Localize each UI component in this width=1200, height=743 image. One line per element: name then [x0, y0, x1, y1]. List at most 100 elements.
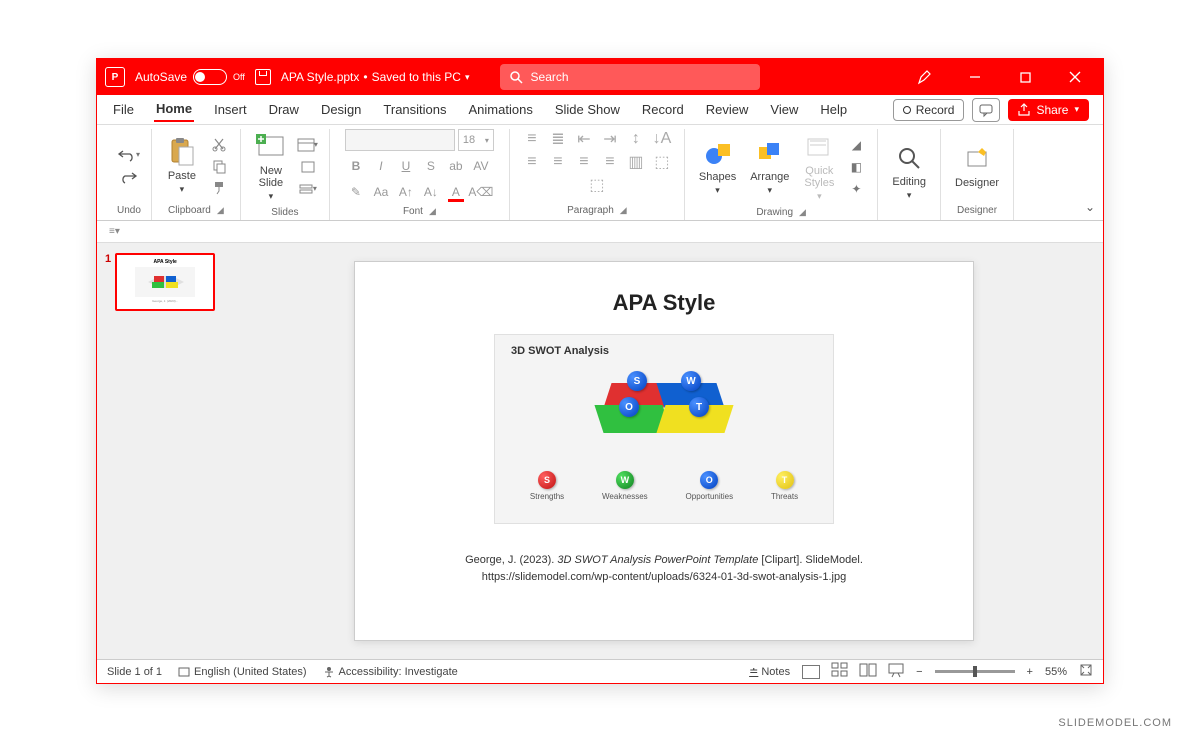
tab-slideshow[interactable]: Slide Show [553, 98, 622, 121]
record-button[interactable]: Record [893, 99, 965, 121]
shape-effects-button[interactable]: ✦ [845, 179, 867, 199]
cut-button[interactable] [208, 134, 230, 154]
italic-button[interactable]: I [370, 155, 392, 177]
tab-review[interactable]: Review [704, 98, 751, 121]
save-icon[interactable] [255, 69, 271, 85]
maximize-button[interactable] [1005, 59, 1045, 95]
new-slide-button[interactable]: New Slide▾ [251, 129, 291, 204]
slide-canvas[interactable]: APA Style 3D SWOT Analysis S W O T [225, 243, 1103, 659]
zoom-level[interactable]: 55% [1045, 666, 1067, 678]
qat-customize-icon[interactable]: ≡▾ [109, 226, 120, 237]
reading-view-button[interactable] [860, 663, 876, 680]
char-spacing-button[interactable]: AV [470, 155, 492, 177]
copy-button[interactable] [208, 156, 230, 176]
tab-transitions[interactable]: Transitions [381, 98, 448, 121]
group-designer: Designer Designer [941, 129, 1014, 220]
close-button[interactable] [1055, 59, 1095, 95]
grow-font-button[interactable]: A↑ [395, 181, 417, 203]
dialog-launcher-icon[interactable]: ◢ [799, 207, 806, 218]
app-icon: P [105, 67, 125, 87]
reset-button[interactable] [297, 157, 319, 177]
underline-button[interactable]: U [395, 155, 417, 177]
bold-button[interactable]: B [345, 155, 367, 177]
convert-smartart-button[interactable]: ⬚ [585, 175, 609, 195]
document-title[interactable]: APA Style.pptx • Saved to this PC ▾ [281, 70, 470, 84]
titlebar: P AutoSave Off APA Style.pptx • Saved to… [97, 59, 1103, 95]
accessibility-status[interactable]: Accessibility: Investigate [323, 666, 458, 678]
collapse-ribbon-button[interactable]: ⌄ [1085, 200, 1095, 214]
case-button[interactable]: Aa [370, 181, 392, 203]
statusbar: Slide 1 of 1 English (United States) Acc… [97, 659, 1103, 683]
slide-thumbnail-1[interactable]: APA Style George, J. (2023)... [115, 253, 215, 311]
normal-view-button[interactable] [802, 665, 820, 679]
format-painter-button[interactable] [208, 178, 230, 198]
search-input[interactable]: Search [500, 64, 760, 90]
shape-fill-button[interactable]: ◢ [845, 135, 867, 155]
section-button[interactable]: ▾ [297, 179, 319, 199]
slide-1[interactable]: APA Style 3D SWOT Analysis S W O T [354, 261, 974, 641]
paste-button[interactable]: Paste▾ [162, 134, 202, 197]
redo-button[interactable] [118, 167, 140, 187]
tab-animations[interactable]: Animations [467, 98, 535, 121]
pen-icon[interactable] [905, 59, 945, 95]
line-spacing-button[interactable]: ↕ [624, 129, 648, 149]
toggle-track [193, 69, 227, 85]
align-right-button[interactable]: ≡ [572, 152, 596, 172]
sorter-view-button[interactable] [832, 663, 848, 680]
dialog-launcher-icon[interactable]: ◢ [429, 206, 436, 217]
notes-button[interactable]: ≐Notes [749, 665, 790, 678]
thumbnail-pane[interactable]: 1 APA Style George, J. (2023)... [97, 243, 225, 659]
ribbon: ▾ Undo Paste▾ Clipboard◢ [97, 125, 1103, 221]
quick-styles-button[interactable]: Quick Styles▾ [799, 129, 839, 204]
tab-file[interactable]: File [111, 98, 136, 121]
minimize-button[interactable] [955, 59, 995, 95]
font-name-select[interactable] [345, 129, 455, 151]
highlight-button[interactable]: ✎ [345, 181, 367, 203]
thumb-preview [135, 267, 195, 297]
undo-button[interactable]: ▾ [118, 145, 140, 165]
tab-record[interactable]: Record [640, 98, 686, 121]
tab-draw[interactable]: Draw [267, 98, 301, 121]
indent-out-button[interactable]: ⇤ [572, 129, 596, 149]
arrange-button[interactable]: Arrange▾ [746, 135, 793, 198]
indent-in-button[interactable]: ⇥ [598, 129, 622, 149]
numbering-button[interactable]: ≣ [546, 129, 570, 149]
tab-view[interactable]: View [768, 98, 800, 121]
layout-button[interactable]: ▾ [297, 135, 319, 155]
zoom-in-button[interactable]: + [1027, 666, 1033, 678]
record-icon [903, 106, 911, 114]
fit-to-window-button[interactable] [1079, 663, 1093, 680]
columns-button[interactable]: ▥ [624, 152, 648, 172]
comments-button[interactable] [972, 98, 1000, 122]
autosave-toggle[interactable]: AutoSave Off [135, 69, 245, 85]
slideshow-view-button[interactable] [888, 663, 904, 680]
group-paragraph: ≡ ≣ ⇤ ⇥ ↕ ↓A ≡ ≡ ≡ ≡ ▥ ⬚ ⬚ [510, 129, 685, 220]
language-icon[interactable]: English (United States) [178, 666, 307, 678]
dialog-launcher-icon[interactable]: ◢ [620, 205, 627, 216]
font-color-button[interactable]: A [445, 181, 467, 203]
shape-outline-button[interactable]: ◧ [845, 157, 867, 177]
font-size-select[interactable]: 18▾ [458, 129, 494, 151]
shadow-button[interactable]: ab [445, 155, 467, 177]
align-left-button[interactable]: ≡ [520, 152, 544, 172]
align-center-button[interactable]: ≡ [546, 152, 570, 172]
shrink-font-button[interactable]: A↓ [420, 181, 442, 203]
shapes-button[interactable]: Shapes▾ [695, 135, 740, 198]
tab-design[interactable]: Design [319, 98, 363, 121]
tab-home[interactable]: Home [154, 97, 194, 122]
strike-button[interactable]: S [420, 155, 442, 177]
designer-button[interactable]: Designer [951, 141, 1003, 191]
tab-insert[interactable]: Insert [212, 98, 249, 121]
editing-button[interactable]: Editing▾ [888, 140, 930, 203]
bullets-button[interactable]: ≡ [520, 129, 544, 149]
align-text-button[interactable]: ⬚ [650, 152, 674, 172]
zoom-out-button[interactable]: − [916, 666, 922, 678]
justify-button[interactable]: ≡ [598, 152, 622, 172]
clear-format-button[interactable]: A⌫ [470, 181, 492, 203]
tab-help[interactable]: Help [818, 98, 849, 121]
zoom-slider[interactable] [935, 670, 1015, 673]
text-direction-button[interactable]: ↓A [650, 129, 674, 149]
slide-count[interactable]: Slide 1 of 1 [107, 666, 162, 678]
share-button[interactable]: Share▾ [1008, 99, 1089, 121]
dialog-launcher-icon[interactable]: ◢ [217, 205, 224, 216]
